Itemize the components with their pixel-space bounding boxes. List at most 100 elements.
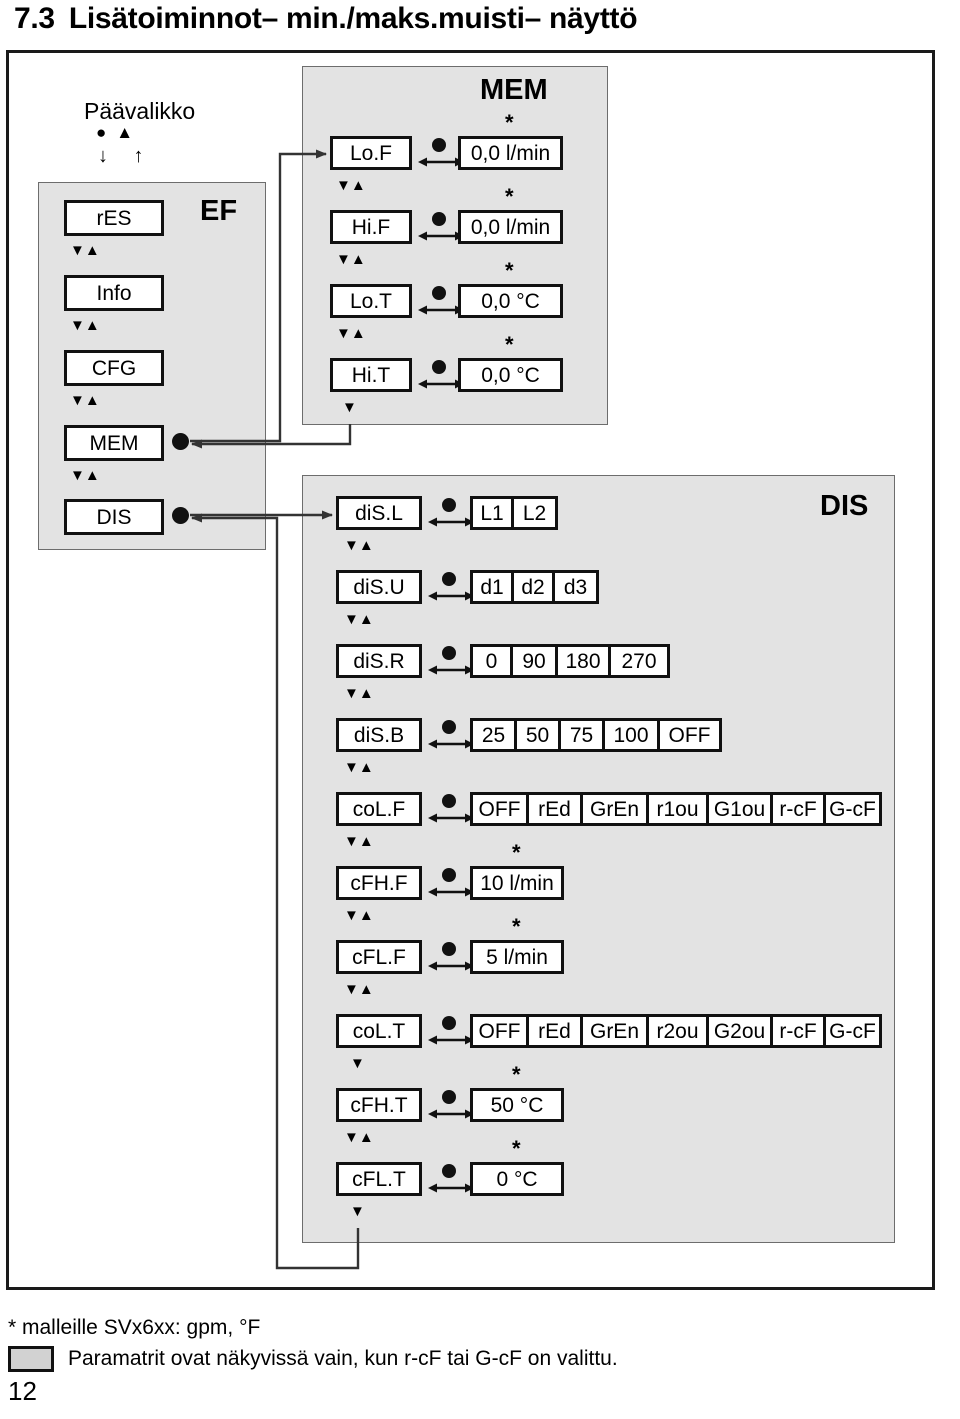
option-cell[interactable]: 180 [558,647,611,675]
dot-icon [442,1090,456,1104]
option-cell[interactable]: r-cF [773,795,826,823]
mem-row-label-lof[interactable]: Lo.F [330,136,412,170]
mem-row-value-lot: 0,0 °C [458,284,563,318]
dot-icon [432,286,446,300]
dis-row-label-disu[interactable]: diS.U [336,570,422,604]
option-cell[interactable]: 0 [473,647,513,675]
option-cell[interactable]: 100 [605,721,660,749]
option-cell[interactable]: G1ou [709,795,773,823]
dot-icon [442,572,456,586]
menu-item-dis[interactable]: DIS [64,499,164,535]
dis-connector-disl [428,498,474,534]
mem-row-label-lot[interactable]: Lo.T [330,284,412,318]
dis-row-label-colt[interactable]: coL.T [336,1014,422,1048]
dis-row-value-cflf: 5 l/min [470,940,564,974]
double-arrow-icon [428,1109,474,1119]
caret-disr-disb: ▼▲ [344,685,374,702]
dot-icon [442,1164,456,1178]
double-arrow-icon [428,1035,474,1045]
menu-item-mem[interactable]: MEM [64,425,164,461]
option-cell[interactable]: d3 [555,573,596,601]
option-cell[interactable]: G-cF [826,1017,879,1045]
caret-disl-disu: ▼▲ [344,537,374,554]
dot-icon [442,794,456,808]
dis-connector-disu [428,572,474,608]
menu-item-res[interactable]: rES [64,200,164,236]
option-cell[interactable]: 90 [513,647,558,675]
double-arrow-icon [428,739,474,749]
option-cell[interactable]: GrEn [583,1017,649,1045]
option-cell[interactable]: OFF [473,795,529,823]
option-cell[interactable]: d1 [473,573,514,601]
dis-enter-dot-icon [172,507,189,524]
asterisk-cflt: * [512,1136,521,1161]
option-cell[interactable]: L2 [514,499,555,527]
dis-options-disb[interactable]: 25 50 75 100 OFF [470,718,722,752]
dis-options-disu[interactable]: d1 d2 d3 [470,570,599,604]
mem-row-value-lof: 0,0 l/min [458,136,563,170]
double-arrow-icon [428,517,474,527]
option-cell[interactable]: 25 [473,721,517,749]
option-cell[interactable]: G-cF [826,795,879,823]
dis-row-label-colf[interactable]: coL.F [336,792,422,826]
dis-options-disl[interactable]: L1 L2 [470,496,558,530]
option-cell[interactable]: 50 [517,721,561,749]
main-menu-keys-icon: ●▲ [96,123,144,142]
caret-lof-hif: ▼▲ [336,177,366,194]
footnote-gray-text: Paramatrit ovat näkyvissä vain, kun r-cF… [68,1347,618,1371]
dot-icon [432,360,446,374]
double-arrow-icon [428,813,474,823]
main-menu-label: Päävalikko [84,98,196,124]
panel-tag-ef: EF [200,195,238,227]
option-cell[interactable]: r2ou [649,1017,709,1045]
dis-options-colt[interactable]: OFF rEd GrEn r2ou G2ou r-cF G-cF [470,1014,882,1048]
option-cell[interactable]: 75 [561,721,605,749]
menu-item-cfg[interactable]: CFG [64,350,164,386]
dis-connector-disb [428,720,474,756]
dis-row-label-disr[interactable]: diS.R [336,644,422,678]
main-menu-direction-arrows-icon: ↓ ↑ [98,145,154,167]
option-cell[interactable]: OFF [473,1017,529,1045]
mem-row-label-hit[interactable]: Hi.T [330,358,412,392]
option-cell[interactable]: r1ou [649,795,709,823]
dis-row-label-disl[interactable]: diS.L [336,496,422,530]
mem-row-value-hif: 0,0 l/min [458,210,563,244]
caret-hif-lot: ▼▲ [336,251,366,268]
asterisk-lot: * [505,258,514,283]
dis-row-label-cflf[interactable]: cFL.F [336,940,422,974]
footnote-asterisk: * malleille SVx6xx: gpm, °F [8,1316,261,1339]
page-number: 12 [8,1376,37,1406]
footnotes: * malleille SVx6xx: gpm, °F Paramatrit o… [8,1316,948,1373]
mem-row-value-hit: 0,0 °C [458,358,563,392]
menu-item-info[interactable]: Info [64,275,164,311]
caret-info-cfg: ▼▲ [70,317,100,334]
option-cell[interactable]: d2 [514,573,555,601]
dis-options-colf[interactable]: OFF rEd GrEn r1ou G1ou r-cF G-cF [470,792,882,826]
caret-cfht-cflt: ▼▲ [344,1129,374,1146]
dot-icon [432,212,446,226]
mem-row-label-hif[interactable]: Hi.F [330,210,412,244]
option-cell[interactable]: 270 [611,647,667,675]
dis-row-label-cfhf[interactable]: cFH.F [336,866,422,900]
panel-tag-mem: MEM [480,74,548,106]
option-cell[interactable]: rEd [529,1017,583,1045]
option-cell[interactable]: L1 [473,499,514,527]
dis-row-label-cflt[interactable]: cFL.T [336,1162,422,1196]
dis-options-disr[interactable]: 0 90 180 270 [470,644,670,678]
option-cell[interactable]: GrEn [583,795,649,823]
double-arrow-icon [428,887,474,897]
option-cell[interactable]: OFF [660,721,719,749]
option-cell[interactable]: r-cF [773,1017,826,1045]
dis-connector-cfht [428,1090,474,1126]
caret-colf-cfhf: ▼▲ [344,833,374,850]
page-title-text: Lisätoiminnot– min./maks.muisti– näyttö [68,2,638,35]
page-title: 7.3 Lisätoiminnot– min./maks.muisti– näyt… [14,2,638,36]
footnote-gray-swatch [8,1346,54,1373]
asterisk-cfht: * [512,1062,521,1087]
dis-row-value-cfht: 50 °C [470,1088,564,1122]
dis-row-label-cfht[interactable]: cFH.T [336,1088,422,1122]
option-cell[interactable]: G2ou [709,1017,773,1045]
caret-disu-disr: ▼▲ [344,611,374,628]
option-cell[interactable]: rEd [529,795,583,823]
dis-row-label-disb[interactable]: diS.B [336,718,422,752]
